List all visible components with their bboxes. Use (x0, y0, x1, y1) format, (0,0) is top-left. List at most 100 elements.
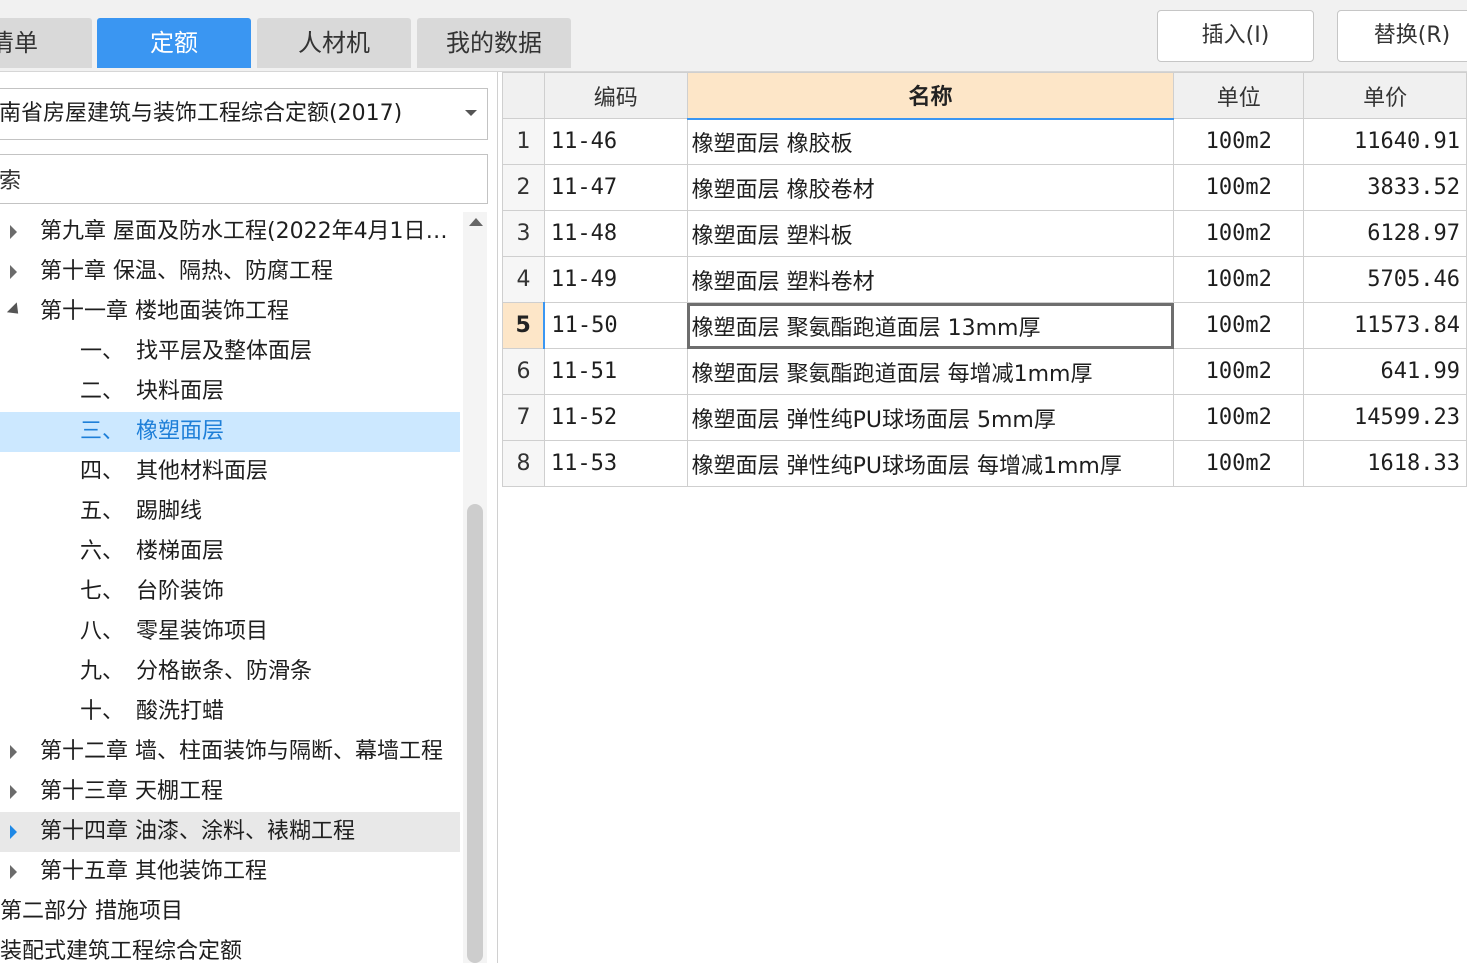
code-cell[interactable]: 11-49 (543, 256, 688, 303)
tree-item-label: 第十一章 楼地面装饰工程 (40, 299, 289, 324)
tab-my-data[interactable]: 我的数据 (417, 18, 571, 68)
collapse-arrow-icon[interactable] (6, 772, 22, 812)
row-index-cell[interactable]: 5 (502, 302, 546, 349)
tree-item[interactable]: 九、 分格嵌条、防滑条 (0, 652, 460, 692)
unit-cell[interactable]: 100m2 (1173, 302, 1305, 349)
header-unit[interactable]: 单位 (1173, 72, 1305, 119)
tree-item[interactable]: 二、 块料面层 (0, 372, 460, 412)
table-row[interactable]: 3 11-48 橡塑面层 塑料板 100m2 6128.97 (502, 210, 1467, 257)
price-cell[interactable]: 11640.91 (1303, 118, 1467, 165)
code-cell[interactable]: 11-48 (543, 210, 688, 257)
tree-item-label: 第十三章 天棚工程 (40, 779, 223, 804)
price-cell[interactable]: 3833.52 (1303, 164, 1467, 211)
name-cell[interactable]: 橡塑面层 塑料板 (686, 210, 1175, 257)
unit-cell[interactable]: 100m2 (1173, 164, 1305, 211)
replace-button[interactable]: 替换(R) (1337, 10, 1467, 62)
tree-item-label: 第十章 保温、隔热、防腐工程 (40, 259, 333, 284)
row-index-cell[interactable]: 3 (502, 210, 545, 257)
quota-library-dropdown[interactable]: 南省房屋建筑与装饰工程综合定额(2017) (0, 88, 488, 140)
name-cell[interactable]: 橡塑面层 聚氨酯跑道面层 13mm厚 (686, 302, 1175, 349)
row-index-cell[interactable]: 8 (502, 440, 545, 487)
tree-item[interactable]: 四、 其他材料面层 (0, 452, 460, 492)
code-cell[interactable]: 11-47 (543, 164, 688, 211)
tree-item-number: 十、 (80, 699, 125, 724)
tree-item[interactable]: 第十三章 天棚工程 (0, 772, 460, 812)
tree-item[interactable]: 第十四章 油漆、涂料、裱糊工程 (0, 812, 460, 852)
price-cell[interactable]: 5705.46 (1303, 256, 1467, 303)
tree-item[interactable]: 第十五章 其他装饰工程 (0, 852, 460, 892)
code-cell[interactable]: 11-51 (543, 348, 688, 395)
price-cell[interactable]: 641.99 (1303, 348, 1467, 395)
name-cell[interactable]: 橡塑面层 橡胶板 (686, 118, 1175, 165)
expand-arrow-icon[interactable] (6, 292, 22, 332)
code-cell[interactable]: 11-50 (543, 302, 688, 349)
unit-cell[interactable]: 100m2 (1173, 394, 1305, 441)
tree-item[interactable]: 五、 踢脚线 (0, 492, 460, 532)
table-row[interactable]: 7 11-52 橡塑面层 弹性纯PU球场面层 5mm厚 100m2 14599.23 (502, 394, 1467, 441)
search-field[interactable] (0, 154, 488, 204)
scroll-up-arrow-icon[interactable] (469, 218, 483, 226)
row-index-cell[interactable]: 1 (502, 118, 545, 165)
name-cell[interactable]: 橡塑面层 聚氨酯跑道面层 每增减1mm厚 (686, 348, 1175, 395)
tree-item-label: 找平层及整体面层 (136, 339, 313, 364)
tree-item[interactable]: 第十一章 楼地面装饰工程 (0, 292, 460, 332)
name-cell[interactable]: 橡塑面层 弹性纯PU球场面层 5mm厚 (686, 394, 1175, 441)
collapse-arrow-icon[interactable] (6, 732, 22, 772)
code-cell[interactable]: 11-46 (543, 118, 688, 165)
tab-labor-material-machine[interactable]: 人材机 (257, 18, 411, 68)
row-index-cell[interactable]: 4 (502, 256, 545, 303)
row-index-cell[interactable]: 7 (502, 394, 545, 441)
tree-item[interactable]: 第二部分 措施项目 (0, 892, 460, 932)
tree-item[interactable]: 第十章 保温、隔热、防腐工程 (0, 252, 460, 292)
tree-scrollbar[interactable] (463, 212, 487, 963)
name-cell[interactable]: 橡塑面层 橡胶卷材 (686, 164, 1175, 211)
price-cell[interactable]: 11573.84 (1303, 302, 1467, 349)
tree-item[interactable]: 三、 橡塑面层 (0, 412, 460, 452)
table-row[interactable]: 1 11-46 橡塑面层 橡胶板 100m2 11640.91 (502, 118, 1467, 165)
chevron-down-icon[interactable] (465, 110, 477, 116)
table-row[interactable]: 2 11-47 橡塑面层 橡胶卷材 100m2 3833.52 (502, 164, 1467, 211)
insert-button[interactable]: 插入(I) (1157, 10, 1314, 62)
collapse-arrow-icon[interactable] (6, 212, 22, 252)
tree-item[interactable]: 第九章 屋面及防水工程(2022年4月1日实施) (0, 212, 460, 252)
code-cell[interactable]: 11-53 (543, 440, 688, 487)
tree-item[interactable]: 六、 楼梯面层 (0, 532, 460, 572)
row-index-cell[interactable]: 2 (502, 164, 545, 211)
tab-bill[interactable]: 清单 (0, 18, 92, 68)
header-name[interactable]: 名称 (686, 72, 1175, 120)
unit-cell[interactable]: 100m2 (1173, 440, 1305, 487)
row-index-cell[interactable]: 6 (502, 348, 545, 395)
name-cell[interactable]: 橡塑面层 弹性纯PU球场面层 每增减1mm厚 (686, 440, 1175, 487)
collapse-arrow-icon[interactable] (6, 252, 22, 292)
tree-item-number: 六、 (80, 539, 125, 564)
code-cell[interactable]: 11-52 (543, 394, 688, 441)
table-row[interactable]: 8 11-53 橡塑面层 弹性纯PU球场面层 每增减1mm厚 100m2 1618.33 (502, 440, 1467, 487)
price-cell[interactable]: 1618.33 (1303, 440, 1467, 487)
unit-cell[interactable]: 100m2 (1173, 256, 1305, 303)
price-cell[interactable]: 6128.97 (1303, 210, 1467, 257)
tree-item[interactable]: 装配式建筑工程综合定额 (0, 932, 460, 963)
unit-cell[interactable]: 100m2 (1173, 348, 1305, 395)
unit-cell[interactable]: 100m2 (1173, 118, 1305, 165)
name-cell[interactable]: 橡塑面层 塑料卷材 (686, 256, 1175, 303)
header-code[interactable]: 编码 (543, 72, 688, 119)
scroll-thumb[interactable] (467, 504, 483, 963)
tree-item-label: 橡塑面层 (136, 419, 225, 444)
tree-item[interactable]: 十、 酸洗打蜡 (0, 692, 460, 732)
table-row[interactable]: 4 11-49 橡塑面层 塑料卷材 100m2 5705.46 (502, 256, 1467, 303)
table-row[interactable]: 6 11-51 橡塑面层 聚氨酯跑道面层 每增减1mm厚 100m2 641.99 (502, 348, 1467, 395)
tab-quota[interactable]: 定额 (97, 18, 251, 68)
tree-item-number: 二、 (80, 379, 125, 404)
tree-item[interactable]: 八、 零星装饰项目 (0, 612, 460, 652)
tree-item-number: 五、 (80, 499, 125, 524)
table-row[interactable]: 5 11-50 橡塑面层 聚氨酯跑道面层 13mm厚 100m2 11573.84 (502, 302, 1467, 349)
price-cell[interactable]: 14599.23 (1303, 394, 1467, 441)
collapse-arrow-icon[interactable] (6, 812, 22, 852)
tree-item[interactable]: 第十二章 墙、柱面装饰与隔断、幕墙工程 (0, 732, 460, 772)
tree-item[interactable]: 一、 找平层及整体面层 (0, 332, 460, 372)
unit-cell[interactable]: 100m2 (1173, 210, 1305, 257)
search-input[interactable] (0, 155, 487, 203)
collapse-arrow-icon[interactable] (6, 852, 22, 892)
header-price[interactable]: 单价 (1303, 72, 1467, 119)
tree-item[interactable]: 七、 台阶装饰 (0, 572, 460, 612)
